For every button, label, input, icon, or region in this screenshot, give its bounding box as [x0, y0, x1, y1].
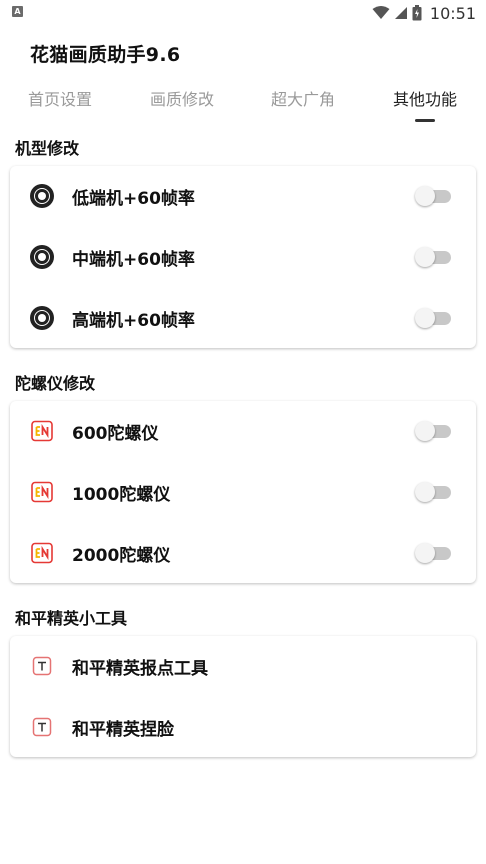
tab-quality-edit[interactable]: 画质修改: [150, 86, 214, 110]
disc-icon: [30, 184, 54, 208]
list-item[interactable]: 中端机+60帧率: [10, 227, 476, 287]
toggle-switch[interactable]: [414, 307, 452, 329]
row-label: 2000陀螺仪: [72, 546, 171, 566]
list-item[interactable]: 2000陀螺仪: [10, 523, 476, 583]
status-bar: A 10:51: [0, 0, 486, 26]
notification-icon: A: [12, 6, 23, 17]
cell-signal-icon: [394, 7, 407, 19]
row-label: 中端机+60帧率: [72, 250, 195, 270]
wifi-icon: [372, 6, 390, 19]
t-icon: [32, 717, 52, 737]
list-item[interactable]: 低端机+60帧率: [10, 166, 476, 226]
row-label: 1000陀螺仪: [72, 485, 171, 505]
toggle-switch[interactable]: [414, 481, 452, 503]
disc-icon: [30, 306, 54, 330]
row-label: 600陀螺仪: [72, 424, 159, 444]
list-item[interactable]: 1000陀螺仪: [10, 462, 476, 522]
toggle-switch[interactable]: [414, 542, 452, 564]
battery-icon: [412, 5, 422, 21]
page-title: 花猫画质助手9.6: [30, 44, 181, 66]
disc-icon: [30, 245, 54, 269]
en-icon: [31, 542, 53, 564]
toggle-switch[interactable]: [414, 246, 452, 268]
tab-wide-angle[interactable]: 超大广角: [271, 86, 335, 110]
list-item[interactable]: 和平精英捏脸: [10, 697, 476, 757]
tab-bar: 首页设置 画质修改 超大广角 其他功能: [0, 86, 486, 126]
clock: 10:51: [429, 3, 476, 23]
section-title-tools: 和平精英小工具: [15, 609, 128, 628]
section-title-gyro: 陀螺仪修改: [15, 374, 96, 393]
row-label: 和平精英报点工具: [72, 659, 208, 679]
t-icon: [32, 656, 52, 676]
status-icons: 10:51: [372, 3, 476, 23]
en-icon: [31, 481, 53, 503]
tab-other-functions[interactable]: 其他功能: [393, 86, 457, 110]
en-icon: [31, 420, 53, 442]
tools-card: 和平精英报点工具 和平精英捏脸: [10, 636, 476, 757]
row-label: 和平精英捏脸: [72, 720, 174, 740]
list-item[interactable]: 高端机+60帧率: [10, 288, 476, 348]
tab-home-settings[interactable]: 首页设置: [28, 86, 92, 110]
tab-indicator: [415, 119, 435, 122]
toggle-switch[interactable]: [414, 420, 452, 442]
gyro-card: 600陀螺仪 1000陀螺仪 2000陀螺仪: [10, 401, 476, 583]
row-label: 高端机+60帧率: [72, 311, 195, 331]
section-title-device: 机型修改: [15, 139, 80, 158]
device-card: 低端机+60帧率 中端机+60帧率 高端机+60帧率: [10, 166, 476, 348]
toggle-switch[interactable]: [414, 185, 452, 207]
row-label: 低端机+60帧率: [72, 189, 195, 209]
list-item[interactable]: 600陀螺仪: [10, 401, 476, 461]
list-item[interactable]: 和平精英报点工具: [10, 636, 476, 696]
